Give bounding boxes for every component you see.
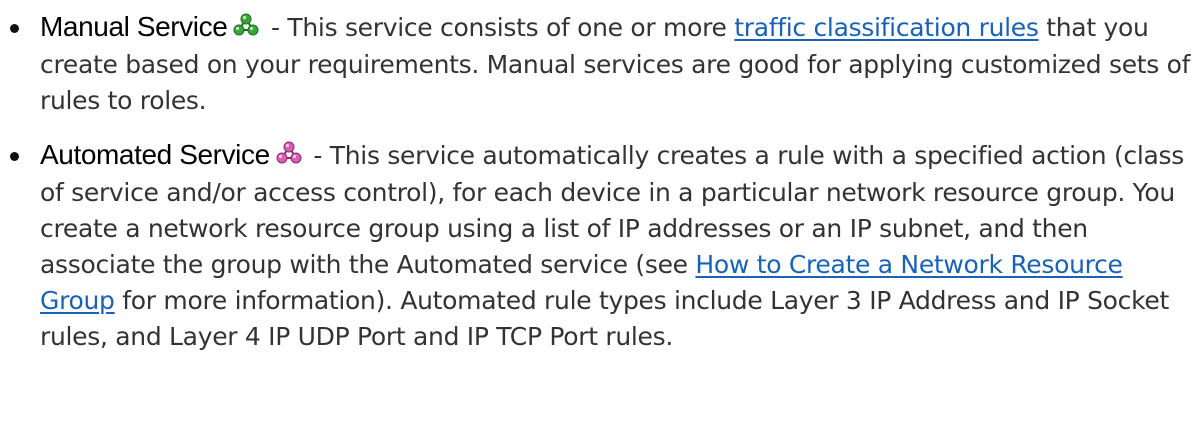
- list-item-automated-service: Automated Service - This service automat…: [0, 137, 1200, 355]
- automated-service-icon: [276, 139, 302, 175]
- service-types-document: Manual Service - This service consists o…: [0, 9, 1200, 445]
- bullet-icon: [10, 152, 19, 161]
- automated-service-term: Automated Service: [40, 139, 270, 170]
- service-types-list: Manual Service - This service consists o…: [0, 9, 1200, 355]
- list-item-manual-service: Manual Service - This service consists o…: [0, 9, 1200, 119]
- manual-service-icon: [233, 11, 259, 47]
- traffic-classification-rules-link[interactable]: traffic classification rules: [734, 13, 1039, 42]
- manual-service-term: Manual Service: [40, 11, 228, 42]
- automated-service-desc-after: for more information). Automated rule ty…: [40, 286, 1169, 351]
- manual-service-desc-before: - This service consists of one or more: [263, 13, 735, 42]
- bullet-icon: [10, 24, 19, 33]
